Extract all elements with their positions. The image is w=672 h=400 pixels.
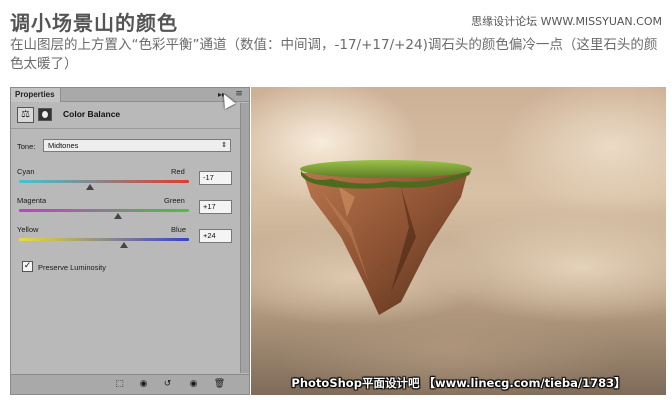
color-balance-icon: ⚖ (17, 107, 34, 123)
photo-watermark: PhotoShop平面设计吧 【www.linecg.com/tieba/178… (291, 376, 626, 390)
slider-left-label-cyan: Cyan (17, 167, 35, 176)
yellow-blue-thumb[interactable] (120, 242, 129, 248)
panel-menu-icon[interactable]: ≡ (232, 89, 246, 100)
tab-properties[interactable]: Properties (11, 88, 61, 102)
yellow-blue-value-input[interactable]: +24 (199, 229, 232, 243)
panel-bottom-bar: ⬚ ◉ ↺ ◉ 🗑 (11, 374, 249, 394)
clip-to-layer-icon[interactable]: ⬚ (111, 378, 128, 391)
site-tag: 思缘设计论坛 WWW.MISSYUAN.COM (471, 15, 662, 28)
trash-icon[interactable]: 🗑 (211, 378, 228, 391)
cyan-red-thumb[interactable] (85, 184, 94, 190)
divider (11, 128, 249, 129)
slider-right-label-green: Green (164, 196, 185, 205)
tone-select[interactable]: Midtones ⇕ (43, 139, 231, 152)
magenta-green-track[interactable] (19, 209, 189, 212)
cyan-red-value-input[interactable]: -17 (199, 171, 232, 185)
select-arrows-icon: ⇕ (221, 142, 227, 149)
adjustment-title: Color Balance (63, 109, 121, 119)
tone-label: Tone: (17, 142, 36, 151)
yellow-blue-track[interactable] (19, 238, 189, 241)
slider-left-label-magenta: Magenta (17, 196, 47, 205)
properties-panel: Properties ▸▸ ≡ ⚖ Color Balance Tone: Mi… (10, 87, 250, 395)
magenta-green-value-input[interactable]: +17 (199, 200, 232, 214)
slider-right-label-blue: Blue (171, 225, 187, 234)
floating-island-image (300, 160, 472, 315)
view-previous-icon[interactable]: ◉ (135, 378, 152, 391)
panel-scrollbar[interactable] (240, 103, 249, 373)
magenta-green-thumb[interactable] (114, 213, 123, 219)
slider-left-label-yellow: Yellow (17, 225, 39, 234)
article-heading: 调小场景山的颜色 (10, 11, 178, 35)
preserve-luminosity-label: Preserve Luminosity (38, 263, 106, 272)
panel-topbar: Properties ▸▸ ≡ (11, 88, 249, 102)
tone-value: Midtones (48, 141, 79, 150)
adjustment-header: ⚖ Color Balance (11, 103, 249, 127)
reset-icon[interactable]: ↺ (159, 378, 176, 391)
cyan-red-track[interactable] (19, 180, 189, 183)
preserve-luminosity-checkbox[interactable]: ✓ (22, 261, 33, 272)
floating-island-photo: PhotoShop平面设计吧 【www.linecg.com/tieba/178… (251, 87, 666, 395)
article-description: 在山图层的上方置入“色彩平衡”通道（数值：中间调，-17/+17/+24)调石头… (10, 37, 658, 72)
visibility-eye-icon[interactable]: ◉ (185, 378, 202, 391)
layer-mask-icon[interactable] (38, 108, 52, 121)
slider-right-label-red: Red (171, 167, 185, 176)
